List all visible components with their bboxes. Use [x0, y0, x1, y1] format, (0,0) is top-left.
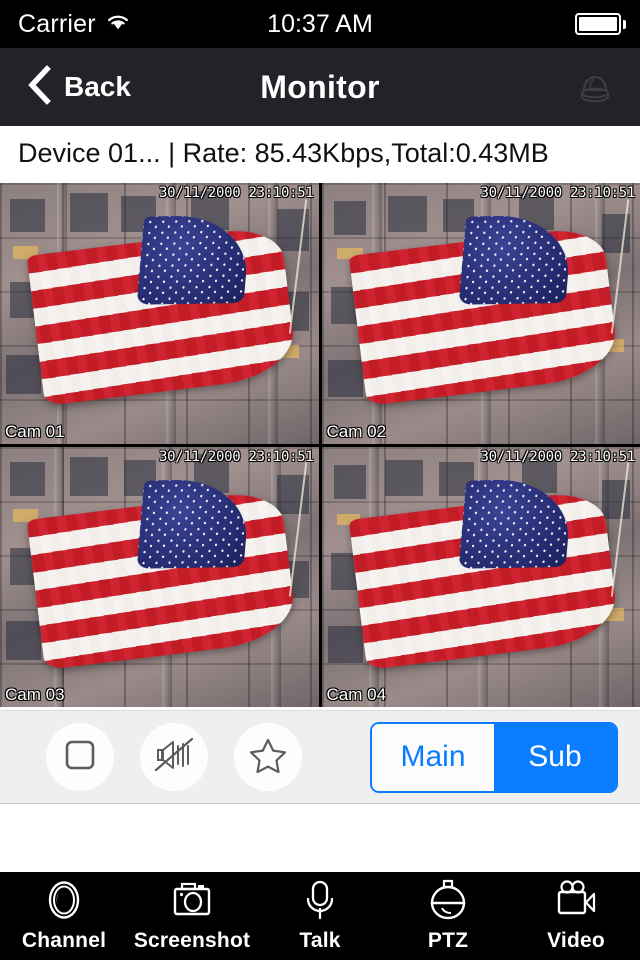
video-frame — [0, 183, 319, 444]
video-channel-label: Cam 01 — [5, 421, 65, 441]
stream-main-option[interactable]: Main — [372, 723, 494, 791]
status-clock: 10:37 AM — [267, 9, 373, 38]
video-cell-4[interactable]: 30/11/2000 23:10:51 Cam 04 — [321, 446, 640, 707]
nav-bar: Back Monitor — [0, 48, 640, 126]
video-timestamp: 30/11/2000 23:10:51 — [480, 185, 636, 201]
video-grid: 30/11/2000 23:10:51 Cam 01 30/11/2000 23… — [0, 183, 640, 707]
star-icon — [249, 737, 287, 778]
tab-video[interactable]: Video — [512, 879, 640, 953]
mute-button[interactable] — [140, 723, 208, 791]
tab-screenshot[interactable]: Screenshot — [128, 879, 256, 953]
stream-info-bar: Device 01... | Rate: 85.43Kbps,Total:0.4… — [0, 126, 640, 181]
battery-icon — [575, 13, 626, 35]
video-frame — [321, 446, 640, 707]
microphone-icon — [301, 879, 339, 926]
video-camera-icon — [553, 879, 599, 926]
video-channel-label: Cam 02 — [326, 421, 387, 441]
video-frame — [321, 183, 640, 444]
stream-type-segmented-control[interactable]: Main Sub — [370, 721, 618, 793]
stop-square-icon — [63, 738, 97, 777]
video-timestamp: 30/11/2000 23:10:51 — [480, 448, 636, 465]
tab-label: PTZ — [427, 929, 469, 952]
tab-label: Channel — [21, 929, 107, 952]
status-bar: Carrier 10:37 AM — [0, 0, 640, 48]
video-frame — [0, 446, 319, 707]
dome-camera-icon — [427, 879, 469, 926]
tab-talk[interactable]: Talk — [256, 879, 384, 953]
video-timestamp: 30/11/2000 23:10:51 — [159, 448, 314, 465]
video-cell-1[interactable]: 30/11/2000 23:10:51 Cam 01 — [0, 183, 319, 444]
bottom-tab-bar: Channel Screenshot Talk PTZ Video — [0, 872, 640, 960]
tab-label: Video — [547, 929, 605, 952]
tab-label: Talk — [299, 929, 341, 952]
video-channel-label: Cam 03 — [5, 685, 65, 704]
tab-label: Screenshot — [133, 929, 251, 952]
stream-sub-option[interactable]: Sub — [494, 723, 616, 791]
video-channel-label: Cam 04 — [326, 685, 387, 704]
camera-icon — [170, 879, 214, 926]
channel-lens-icon — [43, 879, 85, 926]
stream-info-text: Device 01... | Rate: 85.43Kbps,Total:0.4… — [18, 138, 549, 168]
favorite-button[interactable] — [234, 723, 302, 791]
dome-camera-icon[interactable] — [574, 64, 616, 110]
video-cell-2[interactable]: 30/11/2000 23:10:51 Cam 02 — [321, 183, 640, 444]
video-cell-3[interactable]: 30/11/2000 23:10:51 Cam 03 — [0, 446, 319, 707]
stop-button[interactable] — [46, 723, 114, 791]
video-timestamp: 30/11/2000 23:10:51 — [159, 185, 314, 201]
page-title: Monitor — [260, 68, 380, 105]
speaker-mute-icon — [153, 737, 195, 778]
tab-channel[interactable]: Channel — [0, 879, 128, 953]
tab-ptz[interactable]: PTZ — [384, 879, 512, 953]
control-toolbar: Main Sub — [0, 710, 640, 804]
